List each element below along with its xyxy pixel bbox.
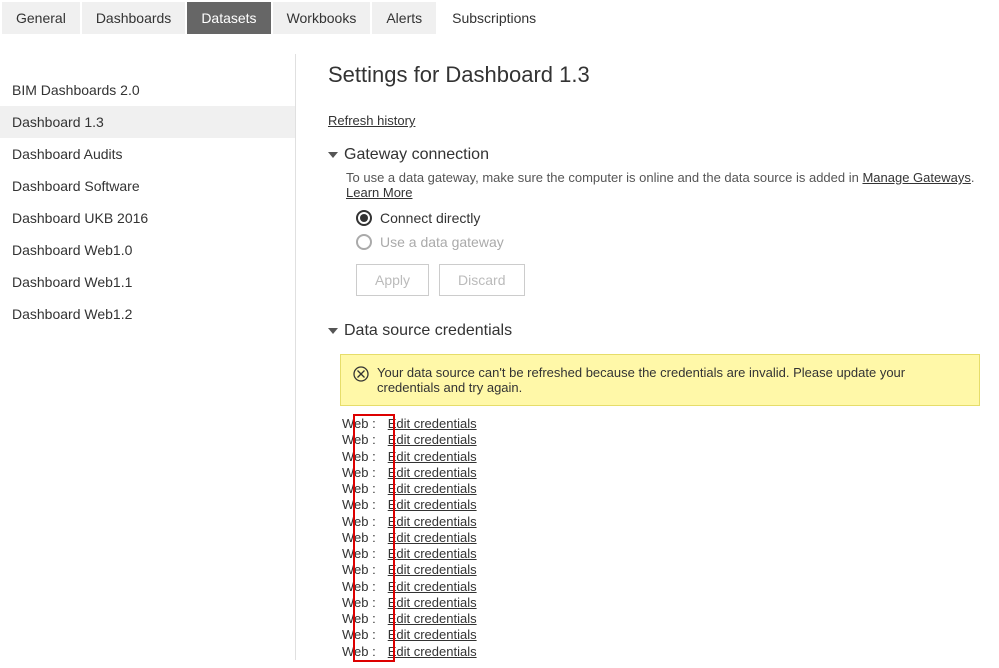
- data-source-row: Web : Edit credentials: [342, 514, 999, 530]
- data-source-label: Web :: [342, 514, 376, 529]
- warning-text: Your data source can't be refreshed beca…: [377, 365, 967, 395]
- data-source-label: Web :: [342, 644, 376, 659]
- gateway-section-header[interactable]: Gateway connection: [328, 146, 999, 164]
- data-source-row: Web : Edit credentials: [342, 530, 999, 546]
- edit-credentials-link[interactable]: Edit credentials: [388, 416, 477, 431]
- radio-label: Use a data gateway: [380, 234, 504, 250]
- data-source-row: Web : Edit credentials: [342, 611, 999, 627]
- gateway-desc-prefix: To use a data gateway, make sure the com…: [346, 170, 862, 185]
- sidebar-item-dashboard-software[interactable]: Dashboard Software: [0, 170, 295, 202]
- gateway-radio-group: Connect directly Use a data gateway: [356, 210, 999, 250]
- data-source-row: Web : Edit credentials: [342, 416, 999, 432]
- data-source-row: Web : Edit credentials: [342, 546, 999, 562]
- credentials-section-title: Data source credentials: [344, 322, 512, 340]
- discard-button[interactable]: Discard: [439, 264, 524, 296]
- warning-banner: Your data source can't be refreshed beca…: [340, 354, 980, 406]
- edit-credentials-link[interactable]: Edit credentials: [388, 432, 477, 447]
- radio-use-gateway: Use a data gateway: [356, 234, 999, 250]
- caret-down-icon: [328, 152, 338, 158]
- sidebar-item-dashboard-ukb-2016[interactable]: Dashboard UKB 2016: [0, 202, 295, 234]
- data-source-row: Web : Edit credentials: [342, 562, 999, 578]
- data-source-label: Web :: [342, 530, 376, 545]
- tab-dashboards[interactable]: Dashboards: [82, 2, 186, 34]
- data-source-row: Web : Edit credentials: [342, 579, 999, 595]
- data-source-label: Web :: [342, 481, 376, 496]
- edit-credentials-link[interactable]: Edit credentials: [388, 627, 477, 642]
- data-sources-list: Web : Edit credentials Web : Edit credentia…: [342, 416, 999, 660]
- sidebar: BIM Dashboards 2.0 Dashboard 1.3 Dashboa…: [0, 54, 295, 660]
- data-source-label: Web :: [342, 627, 376, 642]
- edit-credentials-link[interactable]: Edit credentials: [388, 481, 477, 496]
- tab-datasets[interactable]: Datasets: [187, 2, 270, 34]
- data-source-row: Web : Edit credentials: [342, 465, 999, 481]
- apply-button[interactable]: Apply: [356, 264, 429, 296]
- edit-credentials-link[interactable]: Edit credentials: [388, 530, 477, 545]
- sidebar-item-dashboard-web10[interactable]: Dashboard Web1.0: [0, 234, 295, 266]
- sidebar-item-dashboard-web12[interactable]: Dashboard Web1.2: [0, 298, 295, 330]
- data-source-label: Web :: [342, 465, 376, 480]
- data-source-row: Web : Edit credentials: [342, 449, 999, 465]
- sidebar-item-dashboard-web11[interactable]: Dashboard Web1.1: [0, 266, 295, 298]
- gateway-description: To use a data gateway, make sure the com…: [346, 170, 999, 200]
- data-source-label: Web :: [342, 432, 376, 447]
- radio-icon: [356, 210, 372, 226]
- data-source-row: Web : Edit credentials: [342, 644, 999, 660]
- data-source-row: Web : Edit credentials: [342, 627, 999, 643]
- error-circle-icon: [353, 366, 369, 382]
- edit-credentials-link[interactable]: Edit credentials: [388, 546, 477, 561]
- caret-down-icon: [328, 328, 338, 334]
- main-layout: BIM Dashboards 2.0 Dashboard 1.3 Dashboa…: [0, 54, 999, 660]
- data-source-row: Web : Edit credentials: [342, 432, 999, 448]
- page-title: Settings for Dashboard 1.3: [328, 62, 999, 88]
- credentials-section-header[interactable]: Data source credentials: [328, 322, 999, 340]
- data-source-label: Web :: [342, 562, 376, 577]
- edit-credentials-link[interactable]: Edit credentials: [388, 562, 477, 577]
- edit-credentials-link[interactable]: Edit credentials: [388, 514, 477, 529]
- edit-credentials-link[interactable]: Edit credentials: [388, 449, 477, 464]
- gateway-buttons: Apply Discard: [356, 264, 999, 296]
- sidebar-item-dashboard-audits[interactable]: Dashboard Audits: [0, 138, 295, 170]
- manage-gateways-link[interactable]: Manage Gateways: [862, 170, 970, 185]
- tab-alerts[interactable]: Alerts: [372, 2, 436, 34]
- refresh-history-link[interactable]: Refresh history: [328, 113, 415, 128]
- radio-connect-directly[interactable]: Connect directly: [356, 210, 999, 226]
- edit-credentials-link[interactable]: Edit credentials: [388, 595, 477, 610]
- edit-credentials-link[interactable]: Edit credentials: [388, 497, 477, 512]
- content-pane: Settings for Dashboard 1.3 Refresh histo…: [296, 54, 999, 660]
- data-source-label: Web :: [342, 546, 376, 561]
- tab-general[interactable]: General: [2, 2, 80, 34]
- edit-credentials-link[interactable]: Edit credentials: [388, 579, 477, 594]
- radio-icon: [356, 234, 372, 250]
- gateway-section-title: Gateway connection: [344, 146, 489, 164]
- learn-more-link[interactable]: Learn More: [346, 185, 412, 200]
- data-source-label: Web :: [342, 449, 376, 464]
- edit-credentials-link[interactable]: Edit credentials: [388, 644, 477, 659]
- tab-subscriptions[interactable]: Subscriptions: [438, 2, 550, 34]
- top-tabs: General Dashboards Datasets Workbooks Al…: [0, 2, 999, 34]
- edit-credentials-link[interactable]: Edit credentials: [388, 465, 477, 480]
- tab-workbooks[interactable]: Workbooks: [273, 2, 371, 34]
- sidebar-item-bim-dashboards[interactable]: BIM Dashboards 2.0: [0, 74, 295, 106]
- edit-credentials-link[interactable]: Edit credentials: [388, 611, 477, 626]
- sidebar-item-dashboard-1-3[interactable]: Dashboard 1.3: [0, 106, 295, 138]
- data-source-label: Web :: [342, 579, 376, 594]
- data-source-label: Web :: [342, 595, 376, 610]
- radio-label: Connect directly: [380, 210, 480, 226]
- gateway-desc-middle: .: [971, 170, 975, 185]
- data-source-label: Web :: [342, 497, 376, 512]
- data-source-row: Web : Edit credentials: [342, 595, 999, 611]
- data-source-label: Web :: [342, 611, 376, 626]
- data-source-row: Web : Edit credentials: [342, 497, 999, 513]
- data-source-label: Web :: [342, 416, 376, 431]
- data-source-row: Web : Edit credentials: [342, 481, 999, 497]
